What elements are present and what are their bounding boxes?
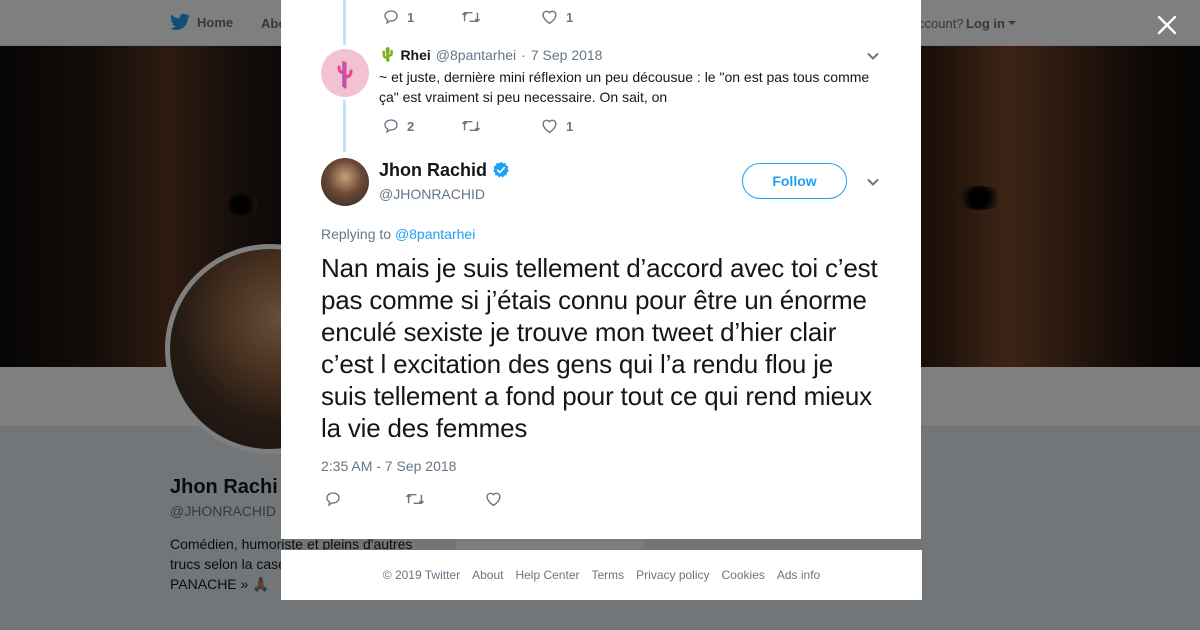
- author-handle[interactable]: @JHONRACHID: [379, 186, 485, 202]
- like-count: 1: [566, 9, 574, 25]
- like-icon: [542, 119, 557, 134]
- reply-button[interactable]: 2: [383, 118, 461, 134]
- footer-link-ads-info[interactable]: Ads info: [777, 568, 820, 582]
- rhei-tweet-actions: 2 1: [383, 118, 580, 134]
- footer-link-about[interactable]: About: [472, 568, 503, 582]
- author-name[interactable]: Jhon Rachid: [379, 160, 487, 181]
- replying-to: Replying to @8pantarhei: [321, 226, 475, 242]
- replying-prefix: Replying to: [321, 226, 395, 242]
- tweet-actions: [325, 491, 502, 507]
- reply-count: 2: [407, 118, 415, 134]
- reply-count: 1: [407, 9, 415, 25]
- rhei-avatar[interactable]: [321, 49, 369, 97]
- like-icon: [486, 492, 501, 507]
- reply-button[interactable]: [325, 491, 405, 507]
- tweet-text: Nan mais je suis tellement d’accord avec…: [321, 253, 878, 443]
- replying-to-handle-link[interactable]: @8pantarhei: [395, 226, 475, 242]
- footer-link-terms[interactable]: Terms: [591, 568, 624, 582]
- like-button[interactable]: 1: [541, 118, 580, 134]
- tweet-permalink-modal: 1 1 🌵 Rhei @8pantarhei · 7 Sep 2018 ~ et…: [281, 0, 921, 539]
- like-icon: [542, 10, 557, 25]
- footer-link-cookies[interactable]: Cookies: [722, 568, 765, 582]
- tweet-timestamp[interactable]: 2:35 AM - 7 Sep 2018: [321, 458, 456, 474]
- rhei-tweet-text: ~ et juste, dernière mini réflexion un p…: [379, 69, 870, 105]
- rhei-handle[interactable]: @8pantarhei: [436, 47, 516, 63]
- header-separator: ·: [521, 46, 526, 63]
- like-button[interactable]: [485, 491, 502, 507]
- retweet-icon: [461, 11, 481, 23]
- thread-connector: [343, 100, 346, 152]
- close-icon[interactable]: [1154, 12, 1180, 38]
- footer-link-privacy-policy[interactable]: Privacy policy: [636, 568, 709, 582]
- retweet-icon: [405, 493, 425, 505]
- like-button[interactable]: 1: [541, 9, 580, 25]
- retweet-button[interactable]: [405, 491, 485, 507]
- rhei-name[interactable]: Rhei: [400, 47, 430, 63]
- retweet-button[interactable]: [461, 118, 541, 134]
- chevron-down-icon[interactable]: [866, 49, 880, 63]
- site-footer: © 2019 Twitter About Help Center Terms P…: [281, 550, 922, 600]
- reply-button[interactable]: 1: [383, 9, 461, 25]
- rhei-tweet-date[interactable]: 7 Sep 2018: [531, 47, 603, 63]
- reply-icon: [384, 10, 398, 25]
- retweet-icon: [461, 120, 481, 132]
- reply-icon: [326, 492, 340, 507]
- prev-tweet-actions: 1 1: [383, 9, 580, 25]
- verified-badge-icon: [493, 161, 509, 178]
- reply-icon: [384, 119, 398, 134]
- footer-link-help-center[interactable]: Help Center: [515, 568, 579, 582]
- follow-button[interactable]: Follow: [742, 163, 847, 199]
- thread-connector: [343, 0, 346, 45]
- cactus-emoji: 🌵: [379, 46, 397, 62]
- like-count: 1: [566, 118, 574, 134]
- author-avatar[interactable]: [321, 158, 369, 206]
- rhei-tweet-header: 🌵 Rhei @8pantarhei · 7 Sep 2018: [379, 46, 602, 63]
- footer-copyright: © 2019 Twitter: [382, 568, 461, 582]
- cactus-icon: [337, 61, 353, 89]
- chevron-down-icon[interactable]: [866, 175, 880, 189]
- retweet-button[interactable]: [461, 9, 541, 25]
